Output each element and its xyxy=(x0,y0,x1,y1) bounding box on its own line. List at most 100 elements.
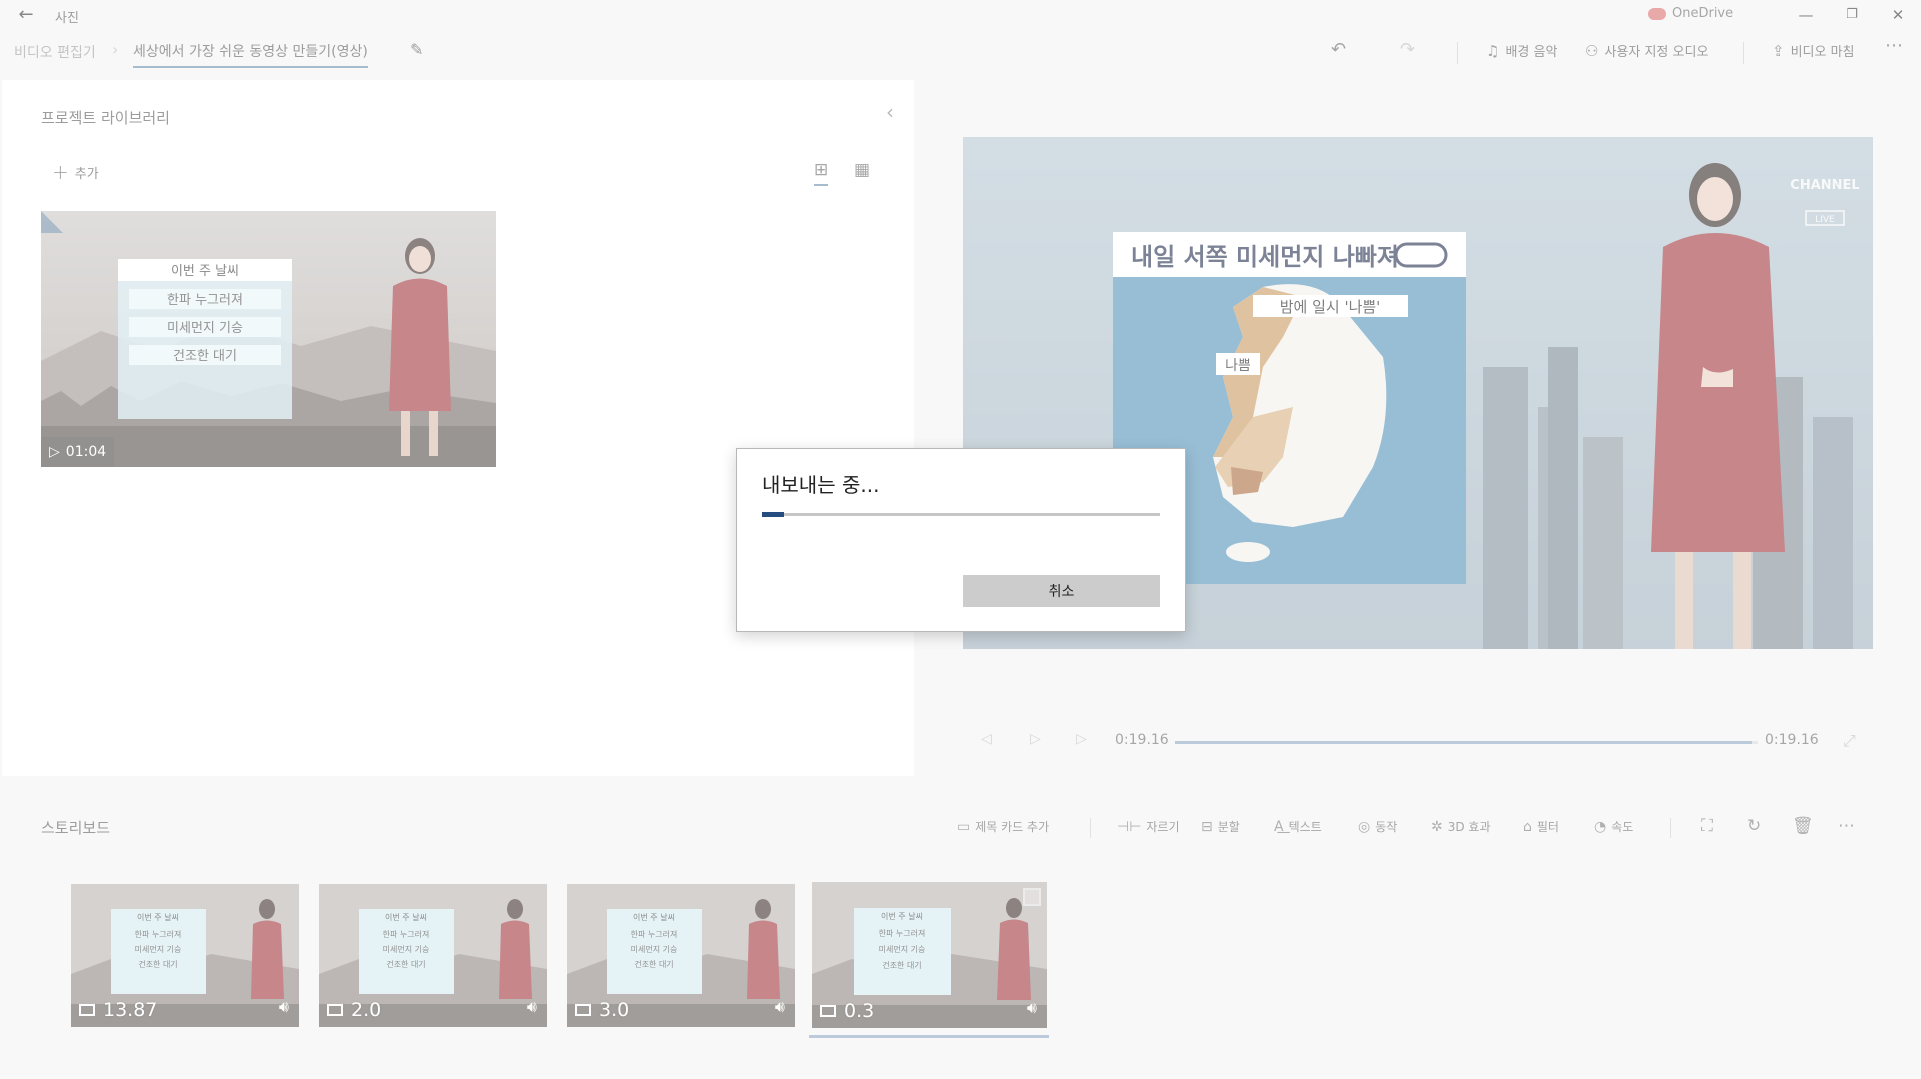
plus-icon: + xyxy=(52,160,69,184)
editor-toolbar: 비디오 편집기 › 세상에서 가장 쉬운 동영상 만들기(영상) ✎ ↶ ↷ ♫… xyxy=(0,30,1921,72)
speedometer-icon: ◔ xyxy=(1594,818,1607,835)
divider xyxy=(1670,818,1671,838)
map-label-bad: 나쁨 xyxy=(1225,358,1251,374)
resize-icon[interactable]: ⛶ xyxy=(1701,816,1713,836)
clip-duration: 13.87 xyxy=(79,999,157,1021)
add-label: 추가 xyxy=(74,166,99,182)
cloud-icon xyxy=(1648,7,1666,20)
clip-duration: 3.0 xyxy=(575,999,629,1021)
playback-controls: ◁ ▷ ▷ 0:19.16 0:19.16 ⤢ xyxy=(963,730,1873,754)
trim-icon: ⊣⊢ xyxy=(1117,818,1142,835)
clip-card-item: 한파 누그러져 xyxy=(879,929,926,938)
text-button[interactable]: A͟ 텍스트 xyxy=(1274,818,1322,835)
project-name[interactable]: 세상에서 가장 쉬운 동영상 만들기(영상) xyxy=(133,41,368,68)
speed-label: 속도 xyxy=(1611,820,1634,834)
more-options-icon[interactable]: ⋯ xyxy=(1885,35,1903,56)
split-button[interactable]: ⊟ 분할 xyxy=(1201,818,1240,835)
clip-card-item: 미세먼지 기승 xyxy=(631,944,678,954)
fullscreen-icon[interactable]: ⤢ xyxy=(1843,731,1856,751)
clip-duration: 2.0 xyxy=(327,999,381,1021)
add-title-card-label: 제목 카드 추가 xyxy=(975,820,1050,834)
cancel-button[interactable]: 취소 xyxy=(963,575,1160,607)
play-icon[interactable]: ▷ xyxy=(1030,731,1041,747)
undo-icon[interactable]: ↶ xyxy=(1331,39,1346,60)
background-music-label: 배경 음악 xyxy=(1505,45,1558,60)
motion-button[interactable]: ◎ 동작 xyxy=(1358,818,1397,835)
clip-card-item: 건조한 대기 xyxy=(386,959,425,969)
current-time: 0:19.16 xyxy=(1115,732,1169,748)
frame-icon xyxy=(820,1005,836,1017)
filters-label: 필터 xyxy=(1536,820,1559,834)
frame-icon xyxy=(575,1004,591,1016)
onedrive-status[interactable]: OneDrive xyxy=(1648,6,1733,21)
breadcrumb-video-editor[interactable]: 비디오 편집기 xyxy=(14,42,96,62)
storyboard-title: 스토리보드 xyxy=(41,819,111,837)
thumb-card-item: 건조한 대기 xyxy=(173,349,237,364)
add-title-card-button[interactable]: ▭ 제목 카드 추가 xyxy=(957,818,1049,835)
more-options-icon[interactable]: ⋯ xyxy=(1838,816,1855,836)
library-video-thumbnail[interactable]: 이번 주 날씨 한파 누그러져 미세먼지 기승 건조한 대기 ▷ 01:04 xyxy=(41,211,496,467)
volume-icon[interactable]: 🔊︎ xyxy=(279,997,289,1017)
small-grid-view-icon[interactable]: ▦ xyxy=(854,160,870,180)
previous-frame-icon[interactable]: ◁ xyxy=(981,731,992,747)
clip-card-item: 건조한 대기 xyxy=(634,959,673,969)
large-grid-view-icon[interactable]: ⊞ xyxy=(814,160,829,186)
thumbnail-duration-value: 01:04 xyxy=(65,444,107,460)
finish-video-button[interactable]: ⇪ 비디오 마침 xyxy=(1772,41,1855,61)
divider xyxy=(1090,818,1091,838)
storyboard-clip[interactable]: 이번 주 날씨 한파 누그러져 미세먼지 기승 건조한 대기 2.0 🔊︎ xyxy=(319,884,547,1027)
pencil-icon[interactable]: ✎ xyxy=(410,40,423,59)
export-progress-fill xyxy=(762,512,784,517)
app-title: 사진 xyxy=(55,11,79,26)
split-icon: ⊟ xyxy=(1201,818,1213,835)
chevron-right-icon: › xyxy=(112,40,119,59)
frame-icon xyxy=(327,1004,343,1016)
thumbnail-duration: ▷ 01:04 xyxy=(41,437,115,467)
preview-headline: 내일 서쪽 미세먼지 나빠져 xyxy=(1131,243,1399,271)
clip-card-item: 건조한 대기 xyxy=(882,960,921,970)
person-audio-icon: ⚇ xyxy=(1585,41,1599,60)
weather-scene-image: 이번 주 날씨 한파 누그러져 미세먼지 기승 건조한 대기 xyxy=(41,211,496,467)
clip-select-checkbox[interactable] xyxy=(1023,888,1041,906)
storyboard-clip[interactable]: 이번 주 날씨 한파 누그러져 미세먼지 기승 건조한 대기 3.0 🔊︎ xyxy=(567,884,795,1027)
export-progress-dialog: 내보내는 중... 취소 xyxy=(736,448,1186,632)
background-music-button[interactable]: ♫ 배경 음악 xyxy=(1486,41,1558,61)
clip-duration-value: 3.0 xyxy=(599,999,630,1021)
clip-duration-value: 2.0 xyxy=(351,999,382,1021)
filters-button[interactable]: ⌂ 필터 xyxy=(1523,818,1559,835)
clip-card-item: 한파 누그러져 xyxy=(135,930,182,939)
restore-icon[interactable]: ❐ xyxy=(1832,2,1872,28)
text-label: 텍스트 xyxy=(1288,820,1322,834)
clip-card-item: 건조한 대기 xyxy=(138,959,177,969)
clip-card-title: 이번 주 날씨 xyxy=(137,912,179,922)
delete-icon[interactable]: 🗑 xyxy=(1792,816,1814,836)
trim-button[interactable]: ⊣⊢ 자르기 xyxy=(1117,818,1180,835)
volume-icon[interactable]: 🔊︎ xyxy=(527,997,537,1017)
storyboard-clip-selected[interactable]: 이번 주 날씨 한파 누그러져 미세먼지 기승 건조한 대기 0.3 🔊︎ xyxy=(812,882,1047,1028)
back-arrow-icon[interactable]: ← xyxy=(14,4,38,26)
map-label-night: 밤에 일시 '나쁨' xyxy=(1280,298,1381,316)
motion-icon: ◎ xyxy=(1358,818,1371,835)
storyboard-clip[interactable]: 이번 주 날씨 한파 누그러져 미세먼지 기승 건조한 대기 13.87 🔊︎ xyxy=(71,884,299,1027)
clip-duration: 0.3 xyxy=(820,1000,874,1022)
speed-button[interactable]: ◔ 속도 xyxy=(1594,818,1633,835)
frame-icon xyxy=(79,1004,95,1016)
rotate-icon[interactable]: ↻ xyxy=(1747,816,1761,836)
3d-effects-button[interactable]: ✲ 3D 효과 xyxy=(1431,818,1491,835)
next-frame-icon[interactable]: ▷ xyxy=(1076,731,1087,747)
motion-label: 동작 xyxy=(1375,820,1398,834)
custom-audio-button[interactable]: ⚇ 사용자 지정 오디오 xyxy=(1585,41,1708,61)
selection-corner xyxy=(41,211,63,233)
thumb-card-title: 이번 주 날씨 xyxy=(171,264,239,279)
title-bar: ← 사진 OneDrive — ❐ ✕ xyxy=(0,0,1921,30)
close-icon[interactable]: ✕ xyxy=(1878,2,1918,28)
seek-bar[interactable] xyxy=(1175,741,1758,744)
volume-icon[interactable]: 🔊︎ xyxy=(775,997,785,1017)
add-button[interactable]: + 추가 xyxy=(52,160,99,184)
finish-video-label: 비디오 마침 xyxy=(1790,45,1855,60)
clip-card-item: 한파 누그러져 xyxy=(383,930,430,939)
minimize-icon[interactable]: — xyxy=(1786,2,1826,28)
redo-icon[interactable]: ↷ xyxy=(1400,39,1415,60)
volume-icon[interactable]: 🔊︎ xyxy=(1027,998,1037,1018)
collapse-chevron-icon[interactable]: ‹ xyxy=(886,100,894,124)
